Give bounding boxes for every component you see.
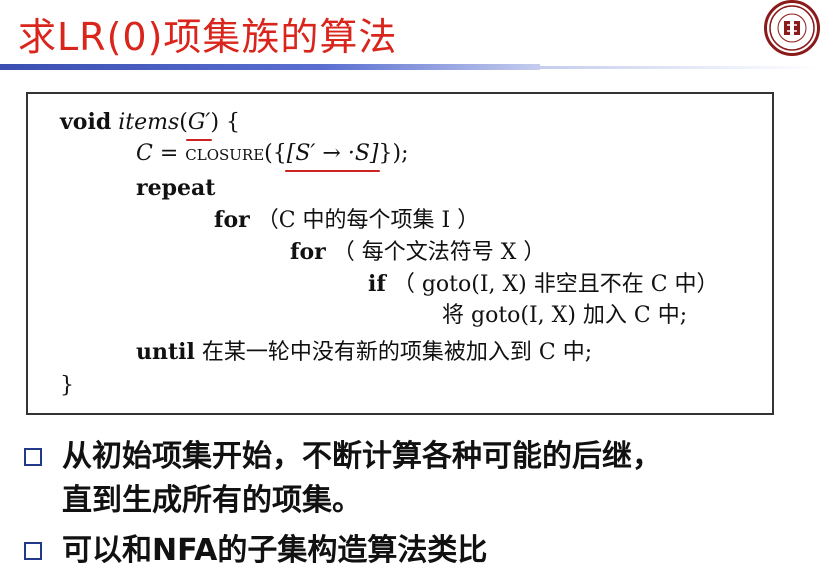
keyword-for: for xyxy=(290,239,326,265)
code-line-close-brace: } xyxy=(60,372,74,400)
bullet-text-2: 可以和NFA的子集构造算法类比 xyxy=(62,533,488,568)
algorithm-box: void items(G′) { C = closure({[S′ → ·S]}… xyxy=(26,92,774,415)
add-statement: 将 goto(I, X) 加入 C 中; xyxy=(442,303,688,328)
until-condition: 在某一轮中没有新的项集被加入到 C 中; xyxy=(201,340,593,365)
closure-fn: closure xyxy=(185,141,265,166)
bullet-square-icon xyxy=(24,448,42,466)
keyword-repeat: repeat xyxy=(136,175,216,201)
title-divider xyxy=(0,64,540,70)
keyword-for: for xyxy=(214,207,250,233)
paren-close-brace: ) { xyxy=(210,110,241,135)
grammar-argument: G′ xyxy=(185,110,212,141)
slide-title: 求LR(0)项集族的算法 xyxy=(18,15,398,59)
code-line-until: until 在某一轮中没有新的项集被加入到 C 中; xyxy=(136,338,592,367)
code-line-repeat: repeat xyxy=(136,174,215,203)
bullet-square-icon xyxy=(24,542,42,560)
initial-item: [S′ → ·S] xyxy=(284,141,381,172)
paren-open: ( xyxy=(179,110,188,135)
var-c: C xyxy=(136,141,153,166)
if-condition: （ goto(I, X) 非空且不在 C 中） xyxy=(392,272,719,297)
closing-brace: } xyxy=(60,373,74,398)
code-line-add: 将 goto(I, X) 加入 C 中; xyxy=(442,302,687,330)
code-line-closure: C = closure({[S′ → ·S]}); xyxy=(136,140,409,172)
code-line-signature: void items(G′) { xyxy=(60,108,241,141)
keyword-if: if xyxy=(368,271,386,297)
title-divider-fade xyxy=(540,66,820,69)
bullet-text-1: 从初始项集开始，不断计算各种可能的后继， xyxy=(62,439,662,474)
keyword-void: void xyxy=(60,109,112,135)
function-name: items xyxy=(118,110,180,135)
code-line-for-symbols: for （ 每个文法符号 X ） xyxy=(290,238,545,267)
closure-close: }); xyxy=(378,141,409,166)
for-symbols-condition: （ 每个文法符号 X ） xyxy=(332,240,546,265)
bullet-text-1-continued: 直到生成所有的项集。 xyxy=(62,483,362,518)
keyword-until: until xyxy=(136,339,195,365)
for-items-condition: （C 中的每个项集 I ） xyxy=(256,208,480,233)
university-seal-logo xyxy=(764,0,820,56)
equals-sign: = xyxy=(152,141,186,166)
closure-open: ({ xyxy=(264,141,287,166)
code-line-for-items: for （C 中的每个项集 I ） xyxy=(214,206,479,235)
code-line-if: if （ goto(I, X) 非空且不在 C 中） xyxy=(368,270,719,299)
